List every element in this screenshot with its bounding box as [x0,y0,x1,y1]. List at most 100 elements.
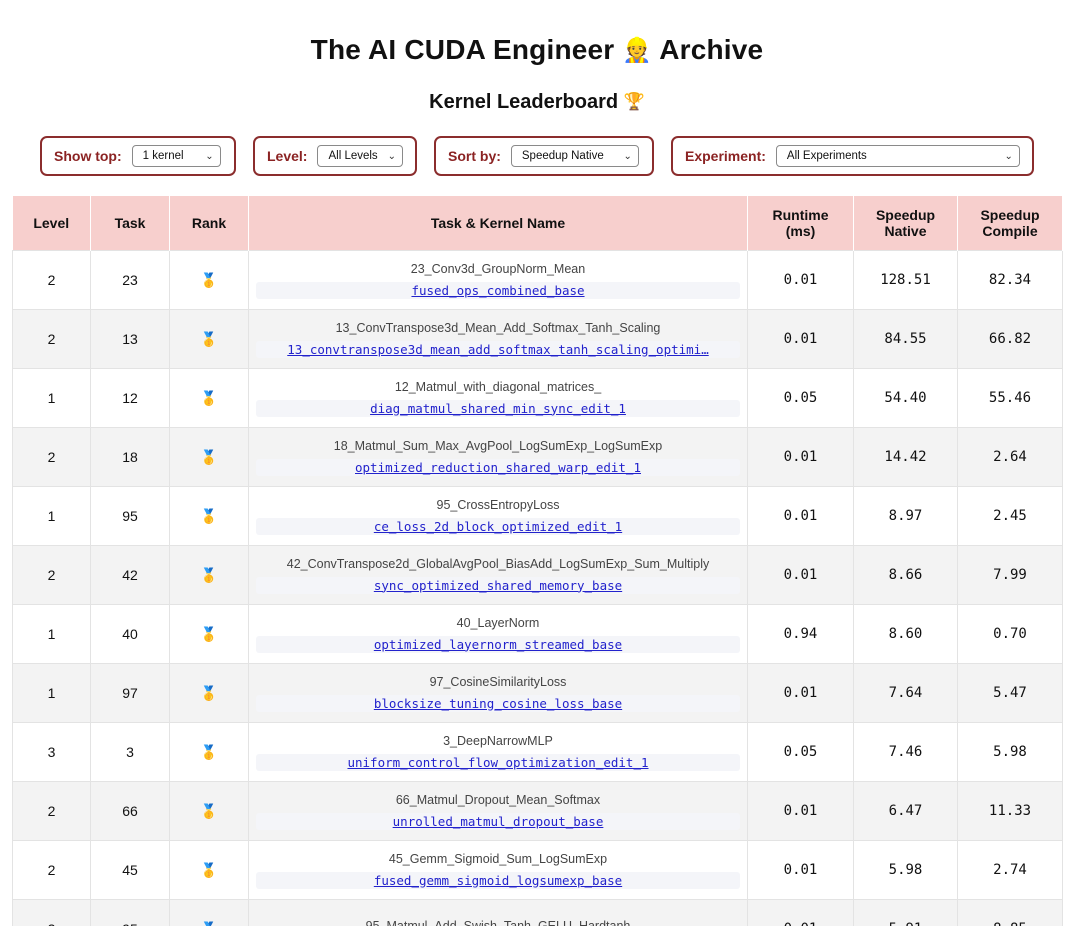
cell-rank: 🥇 [169,368,249,428]
level-label: Level: [267,148,308,164]
experiment-value: All Experiments [786,150,867,162]
medal-icon: 🥇 [200,861,218,878]
cell-level: 3 [12,722,91,782]
page-title: The AI CUDA Engineer 👷 Archive [0,34,1074,66]
medal-icon: 🥇 [200,625,218,642]
kernel-link[interactable]: sync_optimized_shared_memory_base [256,576,740,594]
cell-runtime: 0.94 [747,604,854,664]
kernel-link[interactable]: unrolled_matmul_dropout_base [256,812,740,830]
cell-speedup-native: 5.98 [853,840,958,900]
cell-runtime: 0.01 [747,899,854,926]
table-row[interactable]: 1 95 🥇 95_CrossEntropyLoss ce_loss_2d_block_… [12,486,1063,546]
task-name: 13_ConvTranspose3d_Mean_Add_Softmax_Tanh… [335,320,661,335]
cell-speedup-compile: 0.70 [957,604,1063,664]
cell-rank: 🥇 [169,250,249,310]
sort-by-value: Speedup Native [521,150,604,162]
medal-icon: 🥇 [200,743,218,760]
cell-task: 18 [90,427,170,487]
cell-rank: 🥇 [169,309,249,369]
column-header-name[interactable]: Task & Kernel Name [248,196,748,251]
column-header-native-line1: Speedup [875,207,936,223]
sort-by-select[interactable]: Speedup Native ⌄ [510,145,639,167]
cell-rank: 🥇 [169,781,249,841]
column-header-speedup-native[interactable]: Speedup Native [853,196,958,251]
cell-level: 1 [12,486,91,546]
cell-task: 97 [90,663,170,723]
table-row[interactable]: 2 18 🥇 18_Matmul_Sum_Max_AvgPool_LogSumExp_… [12,427,1063,487]
task-name: 12_Matmul_with_diagonal_matrices_ [394,379,602,394]
cell-speedup-compile: 82.34 [957,250,1063,310]
kernel-link[interactable]: optimized_reduction_shared_warp_edit_1 [256,458,740,476]
table-row[interactable]: 1 40 🥇 40_LayerNorm optimized_layernorm_stre… [12,604,1063,664]
cell-runtime: 0.01 [747,427,854,487]
table-row[interactable]: 2 23 🥇 23_Conv3d_GroupNorm_Mean fused_ops_co… [12,250,1063,310]
cell-rank: 🥇 [169,722,249,782]
level-select[interactable]: All Levels ⌄ [317,145,403,167]
table-row[interactable]: 1 12 🥇 12_Matmul_with_diagonal_matrices_ dia… [12,368,1063,428]
trophy-icon: 🏆 [623,92,645,111]
cell-rank: 🥇 [169,899,249,926]
sort-by-label: Sort by: [448,148,501,164]
level-control: Level: All Levels ⌄ [253,136,417,176]
medal-icon: 🥇 [200,448,218,465]
column-header-native-line2: Native [884,223,927,239]
cell-runtime: 0.05 [747,722,854,782]
show-top-value: 1 kernel [142,150,184,162]
show-top-select[interactable]: 1 kernel ⌄ [131,145,221,167]
table-row[interactable]: 2 45 🥇 45_Gemm_Sigmoid_Sum_LogSumExp fused_g… [12,840,1063,900]
experiment-select[interactable]: All Experiments ⌄ [775,145,1020,167]
column-header-rank[interactable]: Rank [169,196,249,251]
column-header-runtime-line1: Runtime [772,207,829,223]
table-row[interactable]: 3 3 🥇 3_DeepNarrowMLP uniform_control_flow_o… [12,722,1063,782]
cell-speedup-compile: 2.74 [957,840,1063,900]
kernel-link[interactable]: ce_loss_2d_block_optimized_edit_1 [256,517,740,535]
cell-runtime: 0.05 [747,368,854,428]
chevron-down-icon: ⌄ [205,150,214,162]
table-row[interactable]: 295 🥇 95_Matmul_Add_Swish_Tanh_GELU_Hardta… [12,899,1063,926]
kernel-link[interactable]: uniform_control_flow_optimization_edit_1 [256,753,740,771]
table-row[interactable]: 2 13 🥇 13_ConvTranspose3d_Mean_Add_Softmax_… [12,309,1063,369]
column-header-level[interactable]: Level [12,196,91,251]
task-name: 3_DeepNarrowMLP [443,733,553,748]
table-row[interactable]: 2 42 🥇 42_ConvTranspose2d_GlobalAvgPool_Bia… [12,545,1063,605]
cell-runtime: 0.01 [747,250,854,310]
column-header-task[interactable]: Task [90,196,170,251]
cell-task-kernel-name: 95_CrossEntropyLoss ce_loss_2d_block_opti… [248,486,748,546]
cell-level: 2 [12,427,91,487]
kernel-link[interactable]: blocksize_tuning_cosine_loss_base [256,694,740,712]
kernel-link[interactable]: fused_ops_combined_base [256,281,740,299]
cell-runtime: 0.01 [747,840,854,900]
cell-runtime: 0.01 [747,781,854,841]
cell-speedup-compile: 66.82 [957,309,1063,369]
task-name: 42_ConvTranspose2d_GlobalAvgPool_BiasAdd… [286,556,710,571]
cell-speedup-native: 7.46 [853,722,958,782]
leaderboard-table: Level Task Rank Task & Kernel Name Runti… [12,196,1063,926]
column-header-runtime[interactable]: Runtime (ms) [747,196,854,251]
chevron-down-icon: ⌄ [1004,150,1013,162]
table-header-row: Level Task Rank Task & Kernel Name Runti… [12,196,1063,251]
cell-task: 95 [90,486,170,546]
level-value: All Levels [328,150,378,162]
task-name: 45_Gemm_Sigmoid_Sum_LogSumExp [388,851,608,866]
kernel-link[interactable]: 13_convtranspose3d_mean_add_softmax_tanh… [256,340,740,358]
cell-level: 2 [12,250,91,310]
kernel-link[interactable]: fused_gemm_sigmoid_logsumexp_base [256,871,740,889]
table-row[interactable]: 2 66 🥇 66_Matmul_Dropout_Mean_Softmax unroll… [12,781,1063,841]
table-row[interactable]: 1 97 🥇 97_CosineSimilarityLoss blocksize_tun… [12,663,1063,723]
cell-task-kernel-name: 45_Gemm_Sigmoid_Sum_LogSumExp fused_gemm_… [248,840,748,900]
page-subtitle-text: Kernel Leaderboard [429,91,619,113]
construction-worker-icon: 👷 [622,37,653,64]
cell-speedup-compile: 7.99 [957,545,1063,605]
cell-speedup-native: 7.64 [853,663,958,723]
medal-icon: 🥇 [200,684,218,701]
column-header-speedup-compile[interactable]: Speedup Compile [957,196,1063,251]
kernel-link[interactable]: diag_matmul_shared_min_sync_edit_1 [256,399,740,417]
cell-task-kernel-name: 66_Matmul_Dropout_Mean_Softmax unrolled_m… [248,781,748,841]
cell-runtime: 0.01 [747,663,854,723]
cell-speedup-compile: 8.85 [957,899,1063,926]
cell-task-kernel-name: 12_Matmul_with_diagonal_matrices_ diag_ma… [248,368,748,428]
task-name: 40_LayerNorm [456,615,540,630]
task-name: 66_Matmul_Dropout_Mean_Softmax [395,792,601,807]
kernel-link[interactable]: optimized_layernorm_streamed_base [256,635,740,653]
cell-speedup-native: 128.51 [853,250,958,310]
